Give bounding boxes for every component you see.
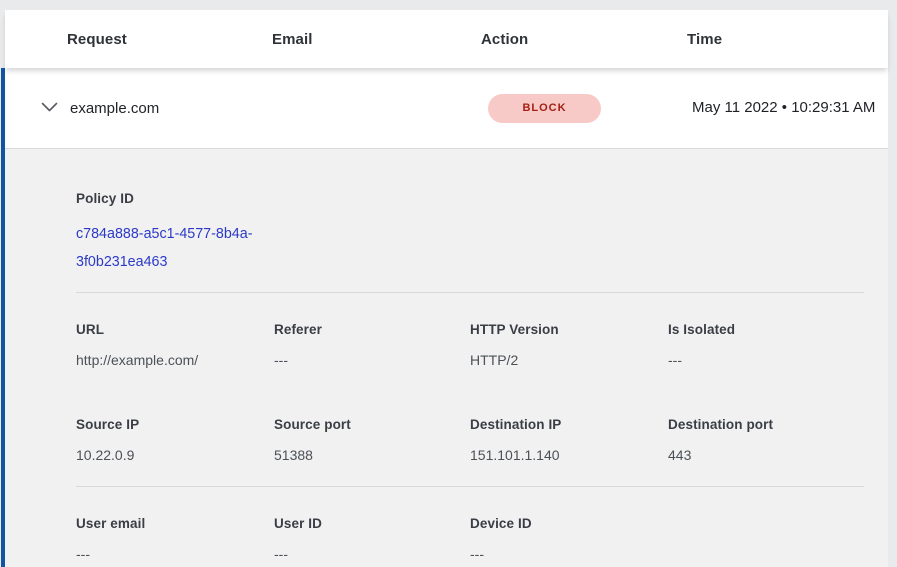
destination-ip-field: Destination IP 151.101.1.140: [470, 416, 668, 465]
empty-cell: [668, 515, 864, 564]
row-time-value: May 11 2022 • 10:29:31 AM: [687, 96, 888, 120]
field-value: HTTP/2: [470, 350, 668, 370]
field-value: 151.101.1.140: [470, 445, 668, 465]
field-value: ---: [274, 544, 470, 564]
chevron-down-icon: [41, 101, 58, 116]
field-label: Policy ID: [76, 190, 864, 208]
source-port-field: Source port 51388: [274, 416, 470, 465]
field-value: 10.22.0.9: [76, 445, 274, 465]
column-header-action: Action: [481, 31, 687, 48]
field-value: 443: [668, 445, 864, 465]
user-email-field: User email ---: [76, 515, 274, 564]
field-label: Destination port: [668, 416, 864, 434]
field-label: URL: [76, 321, 274, 339]
field-value: ---: [668, 350, 864, 370]
row-action-cell: BLOCK: [483, 94, 687, 123]
row-expander-cell: [5, 99, 70, 118]
field-label: Referer: [274, 321, 470, 339]
divider: [76, 292, 864, 293]
field-label: Device ID: [470, 515, 668, 533]
expanded-row-group: example.com BLOCK May 11 2022 • 10:29:31…: [1, 68, 888, 567]
field-value: ---: [470, 544, 668, 564]
policy-id-link[interactable]: c784a888-a5c1-4577-8b4a-3f0b231ea463: [76, 220, 276, 276]
action-block-badge: BLOCK: [488, 94, 601, 123]
url-field: URL http://example.com/: [76, 321, 274, 370]
details-fields-row: User email --- User ID --- Device ID ---: [76, 515, 864, 564]
field-label: User email: [76, 515, 274, 533]
log-table-row[interactable]: example.com BLOCK May 11 2022 • 10:29:31…: [5, 68, 888, 149]
field-label: Is Isolated: [668, 321, 864, 339]
field-label: User ID: [274, 515, 470, 533]
field-label: Source IP: [76, 416, 274, 434]
field-label: Source port: [274, 416, 470, 434]
field-value: http://example.com/: [76, 350, 274, 370]
request-log-table: Request Email Action Time example.com BL…: [1, 10, 888, 567]
column-header-time: Time: [687, 31, 888, 48]
device-id-field: Device ID ---: [470, 515, 668, 564]
field-value: ---: [76, 544, 274, 564]
details-fields-row: Source IP 10.22.0.9 Source port 51388 De…: [76, 416, 864, 465]
http-version-field: HTTP Version HTTP/2: [470, 321, 668, 370]
row-request-value: example.com: [70, 100, 278, 117]
policy-id-field: Policy ID c784a888-a5c1-4577-8b4a-3f0b23…: [76, 190, 864, 276]
divider: [76, 486, 864, 487]
field-label: Destination IP: [470, 416, 668, 434]
details-fields-row: URL http://example.com/ Referer --- HTTP…: [76, 321, 864, 370]
user-id-field: User ID ---: [274, 515, 470, 564]
destination-port-field: Destination port 443: [668, 416, 864, 465]
field-value: ---: [274, 350, 470, 370]
column-header-email: Email: [272, 31, 481, 48]
field-value: 51388: [274, 445, 470, 465]
column-header-request: Request: [67, 31, 272, 48]
field-label: HTTP Version: [470, 321, 668, 339]
row-collapse-button[interactable]: [39, 99, 60, 118]
is-isolated-field: Is Isolated ---: [668, 321, 864, 370]
referer-field: Referer ---: [274, 321, 470, 370]
source-ip-field: Source IP 10.22.0.9: [76, 416, 274, 465]
row-details-panel: Policy ID c784a888-a5c1-4577-8b4a-3f0b23…: [5, 149, 888, 567]
table-header-row: Request Email Action Time: [5, 10, 888, 68]
